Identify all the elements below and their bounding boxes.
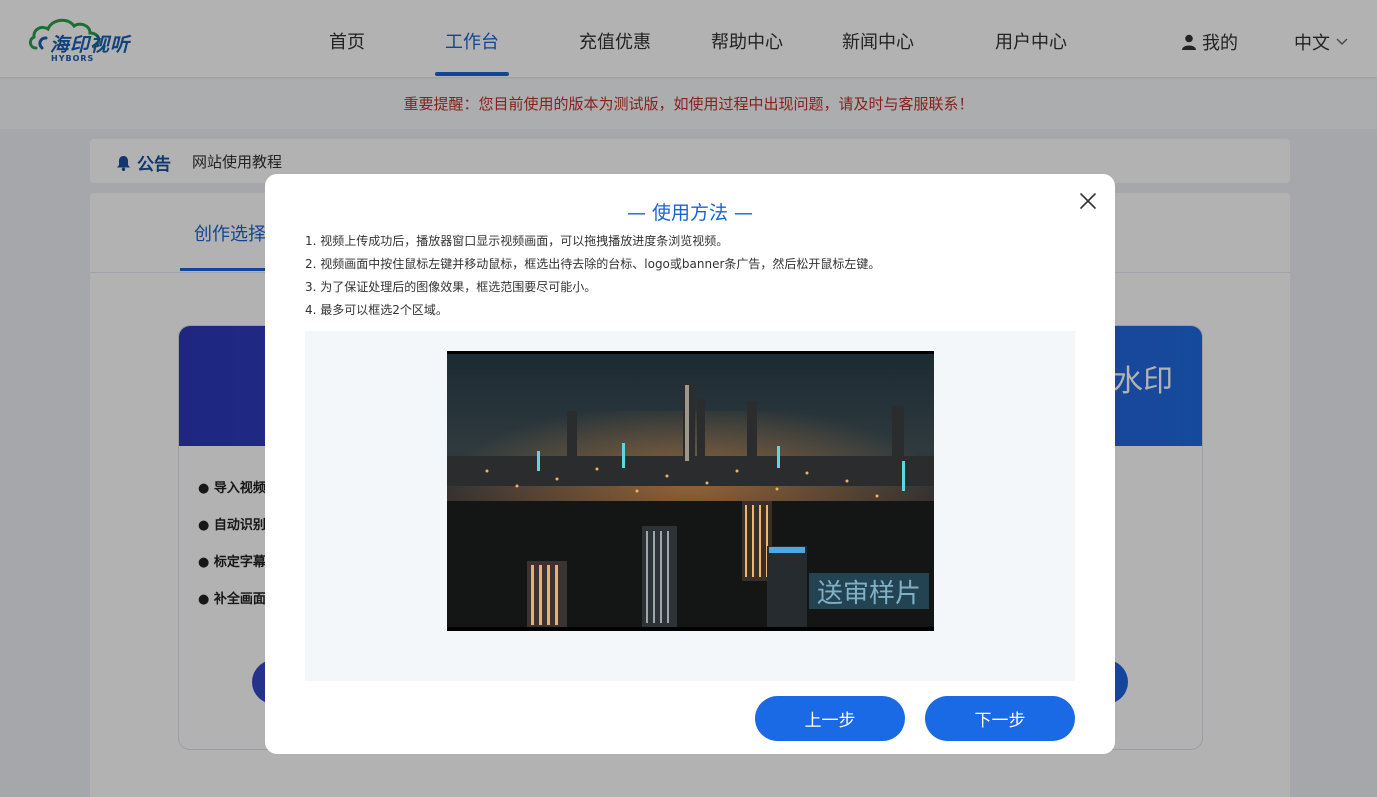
step-text: 4. 最多可以框选2个区域。 (305, 303, 448, 317)
close-button[interactable] (1077, 190, 1099, 212)
usage-steps: 1. 视频上传成功后，播放器窗口显示视频画面，可以拖拽播放进度条浏览视频。 2.… (305, 232, 880, 324)
video-player[interactable]: 送审样片 (447, 351, 934, 631)
step-text: 2. 视频画面中按住鼠标左键并移动鼠标，框选出待去除的台标、logo或banne… (305, 257, 881, 271)
watermark-text: 送审样片 (817, 579, 921, 609)
previous-step-button[interactable]: 上一步 (755, 696, 905, 741)
video-preview-area: 送审样片 (305, 331, 1075, 681)
modal-title: — 使用方法 — (626, 202, 754, 224)
next-step-button[interactable]: 下一步 (925, 696, 1075, 741)
close-icon (1080, 193, 1096, 209)
night-city-video-frame: 送审样片 (447, 351, 934, 631)
step-text: 3. 为了保证处理后的图像效果，框选范围要尽可能小。 (305, 280, 597, 294)
step-text: 1. 视频上传成功后，播放器窗口显示视频画面，可以拖拽播放进度条浏览视频。 (305, 234, 729, 248)
usage-guide-modal: — 使用方法 — 1. 视频上传成功后，播放器窗口显示视频画面，可以拖拽播放进度… (265, 174, 1115, 754)
